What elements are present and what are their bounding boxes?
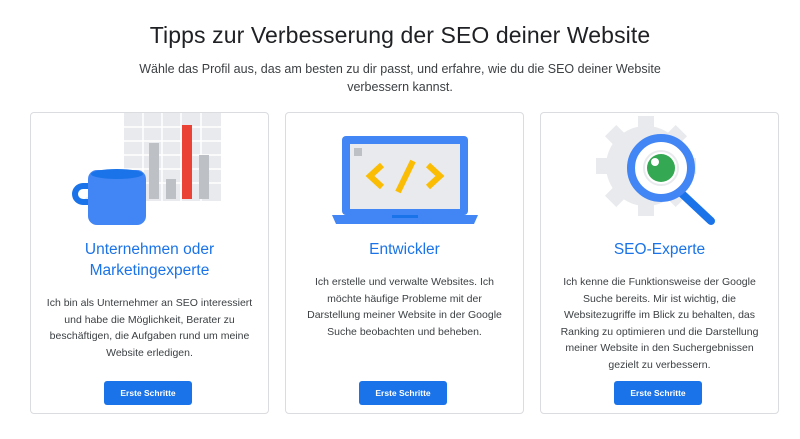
get-started-button-developer[interactable]: Erste Schritte <box>359 381 447 405</box>
coffee-mug-bar-chart-icon <box>72 113 221 225</box>
page-subtitle: Wähle das Profil aus, das am besten zu d… <box>139 62 661 94</box>
profile-card-developer: Entwickler Ich erstelle und verwalte Web… <box>285 112 524 414</box>
page-title: Tipps zur Verbesserung der SEO deiner We… <box>149 22 651 48</box>
get-started-button-business[interactable]: Erste Schritte <box>104 381 192 405</box>
card-description: Ich bin als Unternehmer an SEO interessi… <box>46 297 253 359</box>
profile-card-seo-expert: SEO-Experte Ich kenne die Funktionsweise… <box>540 112 779 414</box>
laptop-code-icon <box>332 136 478 224</box>
card-title: Unternehmen oder Marketingexperte <box>84 241 215 279</box>
card-description: Ich kenne die Funktionsweise der Google … <box>560 276 759 371</box>
get-started-button-seo-expert[interactable]: Erste Schritte <box>614 381 702 405</box>
profile-card-business: Unternehmen oder Marketingexperte Ich bi… <box>30 112 269 414</box>
gear-magnifier-icon <box>596 116 715 225</box>
card-title: Entwickler <box>369 241 440 258</box>
card-description: Ich erstelle und verwalte Websites. Ich … <box>307 276 502 338</box>
card-title: SEO-Experte <box>613 241 706 258</box>
